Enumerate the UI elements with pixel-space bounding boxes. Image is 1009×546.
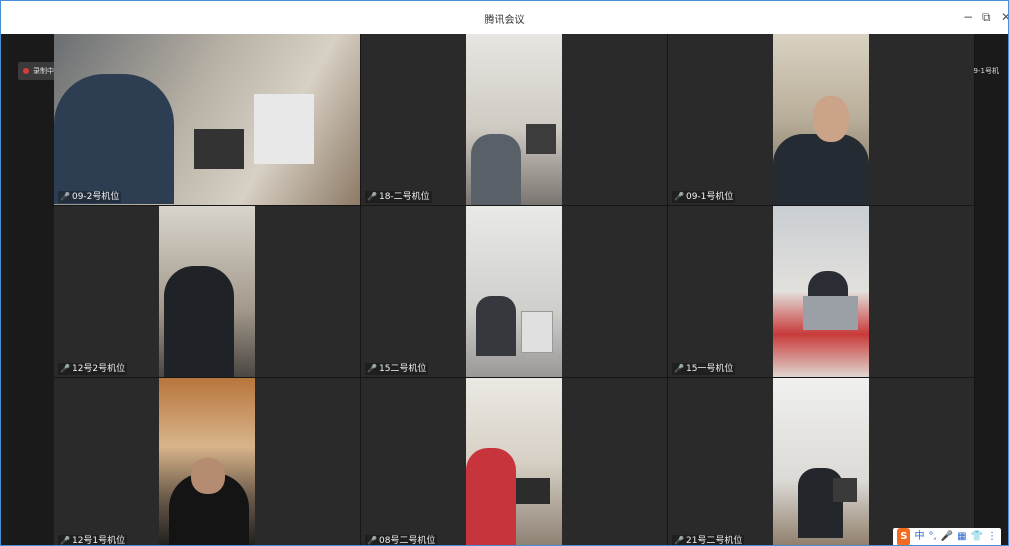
record-dot-icon [23, 68, 29, 74]
video-stage: 录制中 🎙 正在讲话: 19-1号; 09-1号机 🎤09-2号机位 [8, 34, 1003, 546]
camera-feed [466, 206, 562, 377]
participant-name: 🎤 09-1号机位 [672, 191, 736, 203]
video-tile[interactable]: 🎤 21号二号机位 [668, 378, 974, 546]
camera-feed [159, 206, 255, 377]
keyboard-icon[interactable]: ▦ [957, 528, 966, 545]
sogou-logo-icon[interactable]: S [897, 528, 911, 545]
mic-icon: 🎤 [367, 536, 377, 545]
participant-name: 🎤 12号2号机位 [58, 363, 128, 375]
camera-feed [773, 378, 869, 545]
more-icon[interactable]: ⋮ [987, 528, 997, 545]
video-tile[interactable]: 🎤 08号二号机位 [361, 378, 667, 546]
meeting-window: 腾讯会议 − ⧉ ✕ 录制中 🎙 正在讲话: 19-1号; 09-1号机 🎤09… [0, 0, 1009, 546]
mic-icon: 🎤 [674, 364, 684, 373]
title-bar: 腾讯会议 − ⧉ ✕ [1, 1, 1008, 34]
restore-icon[interactable]: ⧉ [982, 10, 991, 24]
chinese-mode-icon[interactable]: 中 [914, 528, 924, 545]
mic-icon: 🎤 [367, 364, 377, 373]
left-bar [8, 34, 54, 545]
recording-indicator[interactable]: 录制中 [18, 62, 59, 80]
voice-input-icon[interactable]: 🎤 [941, 528, 953, 545]
video-tile[interactable]: 🎤 09-2号机位 [54, 34, 360, 205]
mic-icon: 🎤 [60, 536, 70, 545]
participant-name: 🎤 12号1号机位 [58, 535, 128, 546]
participant-name: 🎤 21号二号机位 [672, 535, 745, 546]
participant-name: 🎤 18-二号机位 [365, 191, 432, 203]
camera-feed [54, 34, 360, 205]
video-tile[interactable]: 🎤 15一号机位 [668, 206, 974, 377]
punctuation-icon[interactable]: °, [928, 528, 936, 545]
camera-feed [773, 34, 869, 205]
camera-feed [773, 206, 869, 377]
camera-feed [159, 378, 255, 545]
skin-icon[interactable]: 👕 [971, 528, 983, 545]
right-bar [975, 34, 1003, 545]
participant-name: 🎤 15一号机位 [672, 363, 736, 375]
mic-icon: 🎤 [674, 536, 684, 545]
mic-icon: 🎤 [367, 192, 377, 201]
minimize-icon[interactable]: − [963, 10, 973, 24]
video-tile[interactable]: 🎤 12号1号机位 [54, 378, 360, 546]
participant-name: 🎤 15二号机位 [365, 363, 429, 375]
video-tile[interactable]: 🎤 15二号机位 [361, 206, 667, 377]
video-tile[interactable]: 🎤 18-二号机位 [361, 34, 667, 205]
video-tile[interactable]: 🎤 12号2号机位 [54, 206, 360, 377]
mic-icon: 🎤 [60, 192, 70, 201]
close-icon[interactable]: ✕ [1001, 10, 1008, 24]
camera-feed [466, 34, 562, 205]
video-grid: 🎤 09-2号机位 🎤 18-二号机位 🎤 09-1号机位 🎤 12号2号机位 … [54, 34, 975, 546]
participant-name: 🎤 09-2号机位 [58, 191, 122, 203]
ime-toolbar[interactable]: S 中 °, 🎤 ▦ 👕 ⋮ [893, 528, 1001, 545]
video-tile[interactable]: 🎤 09-1号机位 [668, 34, 974, 205]
participant-name: 🎤 08号二号机位 [365, 535, 438, 546]
window-title: 腾讯会议 [484, 15, 525, 26]
camera-feed [466, 378, 562, 545]
mic-icon: 🎤 [60, 364, 70, 373]
mic-icon: 🎤 [674, 192, 684, 201]
